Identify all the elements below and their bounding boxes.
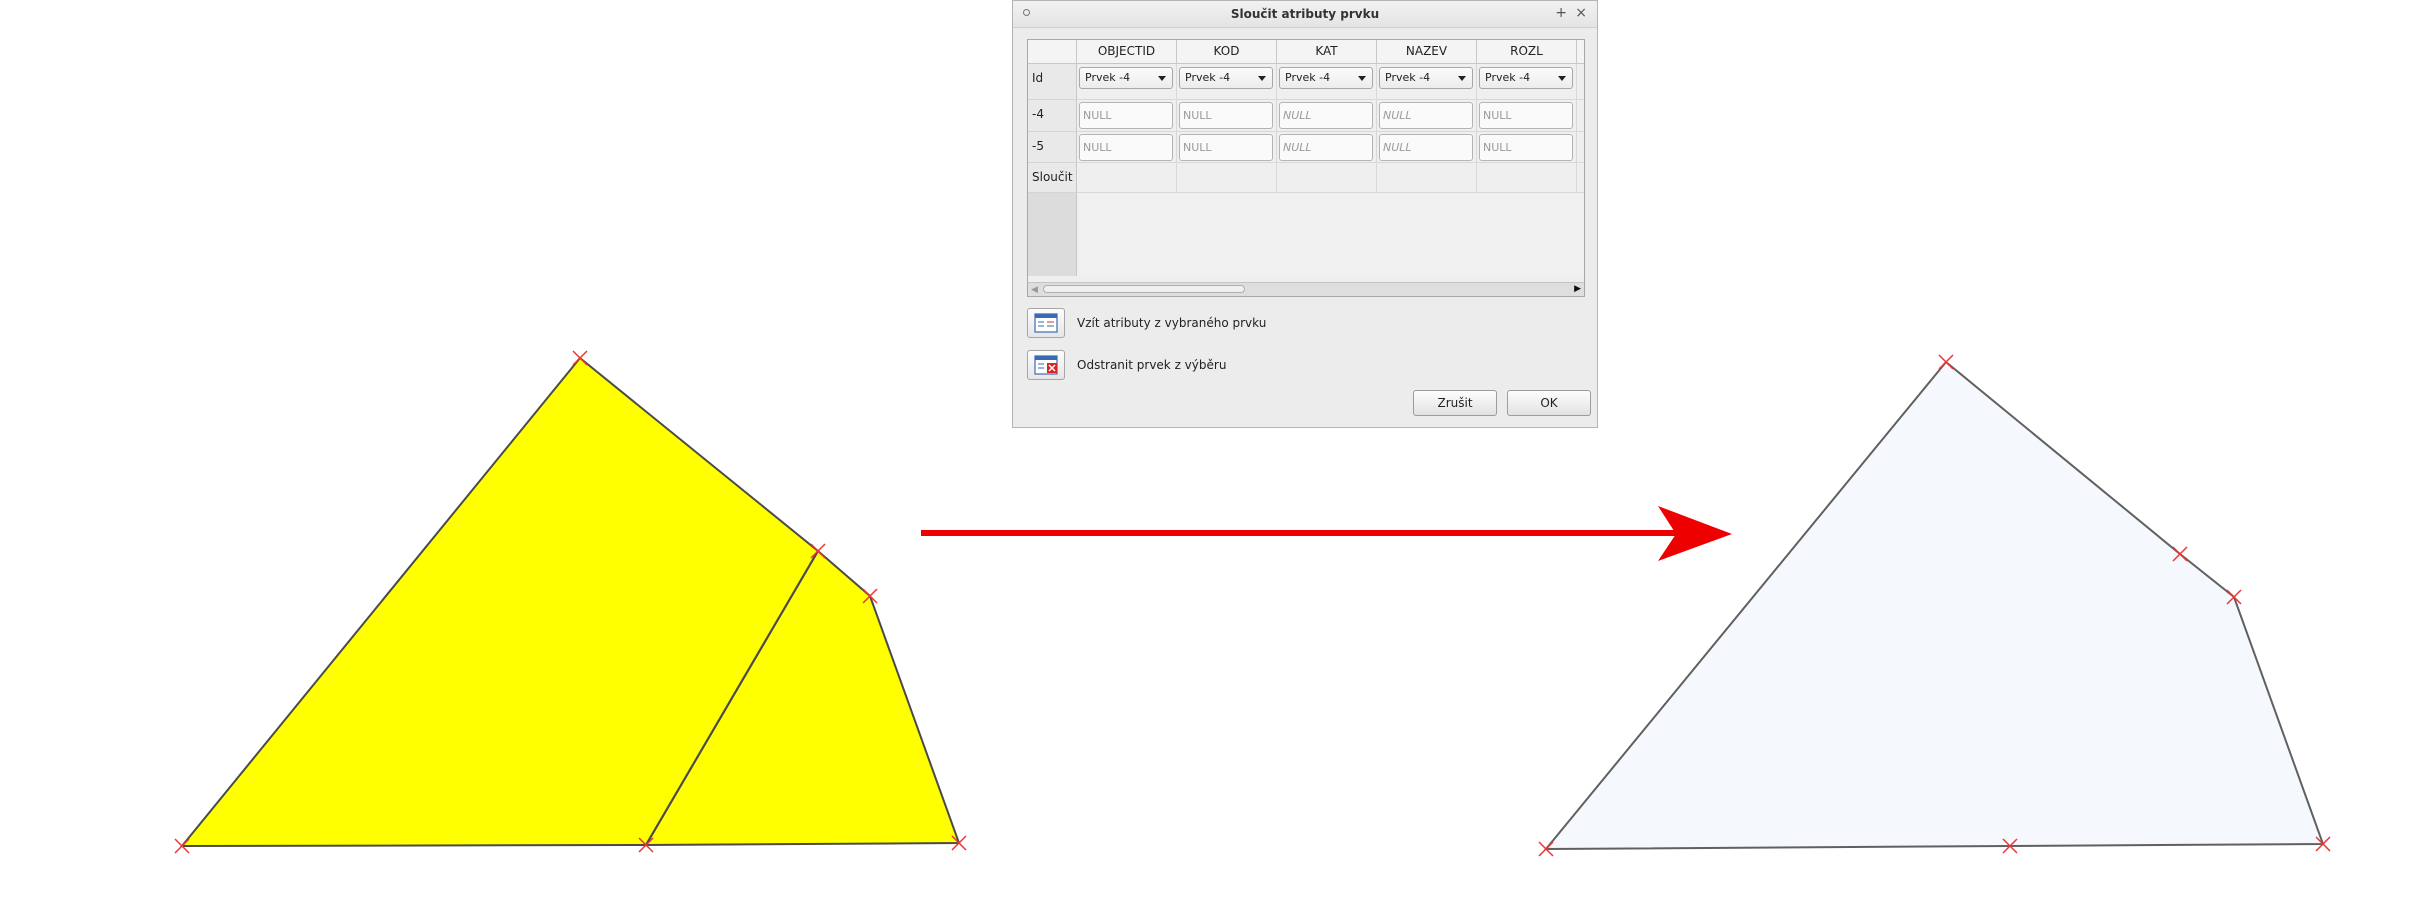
attribute-table-icon [1034, 313, 1058, 333]
column-header-partial [1577, 40, 1584, 64]
table-cell: NULL [1277, 132, 1377, 163]
table-cell: NULL [1377, 100, 1477, 132]
scroll-right-icon[interactable]: ▶ [1574, 284, 1581, 294]
remove-feature-label: Odstranit prvek z výběru [1077, 358, 1227, 372]
table-cell: NULL [1277, 100, 1377, 132]
table-cell[interactable] [1377, 163, 1477, 193]
chevron-down-icon [1558, 76, 1566, 81]
feature-select-value: Prvek -4 [1085, 71, 1131, 84]
table-cell: Prvek -4 [1377, 64, 1477, 100]
feature-select-value: Prvek -4 [1285, 71, 1331, 84]
after-merged-polygon [1543, 360, 2325, 851]
table-cell: Prvek -4 [1277, 64, 1377, 100]
dialog-titlebar: Sloučit atributy prvku + × [1013, 1, 1597, 28]
table-cell-partial [1577, 132, 1584, 163]
table-cell: NULL [1177, 100, 1277, 132]
close-icon[interactable]: × [1575, 5, 1587, 21]
feature-select[interactable]: Prvek -4 [1379, 67, 1473, 89]
take-attributes-label: Vzít atributy z vybraného prvku [1077, 316, 1267, 330]
attribute-table[interactable]: OBJECTID KOD KAT NAZEV ROZL Id Prvek -4 Prvek … [1027, 39, 1585, 297]
scrollbar-thumb[interactable] [1043, 285, 1245, 293]
attribute-value-field[interactable]: NULL [1179, 134, 1273, 161]
table-cell-partial [1577, 163, 1584, 193]
table-cell-partial [1577, 64, 1584, 100]
feature-select[interactable]: Prvek -4 [1479, 67, 1573, 89]
attribute-value-field[interactable]: NULL [1079, 102, 1173, 129]
row-header[interactable]: Id [1028, 64, 1077, 100]
attribute-value-field[interactable]: NULL [1179, 102, 1273, 129]
table-empty-area [1077, 193, 1584, 276]
table-cell[interactable] [1177, 163, 1277, 193]
column-header-kod[interactable]: KOD [1177, 40, 1277, 64]
feature-select[interactable]: Prvek -4 [1179, 67, 1273, 89]
table-cell: NULL [1377, 132, 1477, 163]
table-cell: Prvek -4 [1477, 64, 1577, 100]
table-cell: Prvek -4 [1177, 64, 1277, 100]
chevron-down-icon [1258, 76, 1266, 81]
column-header-nazev[interactable]: NAZEV [1377, 40, 1477, 64]
table-cell[interactable] [1277, 163, 1377, 193]
table-cell: NULL [1077, 100, 1177, 132]
remove-feature-icon [1034, 355, 1058, 375]
take-attributes-button[interactable] [1027, 308, 1065, 338]
table-cell-partial [1577, 100, 1584, 132]
feature-select-value: Prvek -4 [1185, 71, 1231, 84]
table-cell[interactable] [1077, 163, 1177, 193]
table-cell: NULL [1477, 132, 1577, 163]
table-cell[interactable] [1477, 163, 1577, 193]
horizontal-scrollbar[interactable]: ◀ ▶ [1028, 282, 1584, 296]
ok-button[interactable]: OK [1507, 390, 1591, 416]
chevron-down-icon [1358, 76, 1366, 81]
table-cell: NULL [1177, 132, 1277, 163]
attribute-value-field[interactable]: NULL [1279, 134, 1373, 161]
attribute-value-field[interactable]: NULL [1379, 102, 1473, 129]
column-header-rozl[interactable]: ROZL [1477, 40, 1577, 64]
feature-select-value: Prvek -4 [1385, 71, 1431, 84]
attribute-value-field[interactable]: NULL [1379, 134, 1473, 161]
arrow-right-icon [921, 506, 1732, 561]
dialog-title: Sloučit atributy prvku [1230, 7, 1380, 21]
chevron-down-icon [1158, 76, 1166, 81]
feature-select[interactable]: Prvek -4 [1279, 67, 1373, 89]
row-header[interactable]: -4 [1028, 100, 1077, 132]
pin-icon[interactable]: + [1555, 5, 1567, 21]
chevron-down-icon [1458, 76, 1466, 81]
attribute-value-field[interactable]: NULL [1079, 134, 1173, 161]
table-cell: NULL [1477, 100, 1577, 132]
attribute-value-field[interactable]: NULL [1479, 134, 1573, 161]
row-header[interactable]: -5 [1028, 132, 1077, 163]
row-header[interactable]: Sloučit [1028, 163, 1077, 193]
table-cell: Prvek -4 [1077, 64, 1177, 100]
feature-select-value: Prvek -4 [1485, 71, 1531, 84]
table-cell: NULL [1077, 132, 1177, 163]
attribute-value-field[interactable]: NULL [1479, 102, 1573, 129]
merge-attributes-dialog: Sloučit atributy prvku + × OBJECTID KOD KA… [1012, 0, 1598, 428]
attribute-value-field[interactable]: NULL [1279, 102, 1373, 129]
column-header-objectid[interactable]: OBJECTID [1077, 40, 1177, 64]
column-header-kat[interactable]: KAT [1277, 40, 1377, 64]
scroll-left-icon[interactable]: ◀ [1031, 285, 1038, 295]
remove-feature-button[interactable] [1027, 350, 1065, 380]
feature-select[interactable]: Prvek -4 [1079, 67, 1173, 89]
row-header-fill [1028, 193, 1077, 276]
table-corner [1028, 40, 1077, 64]
cancel-button[interactable]: Zrušit [1413, 390, 1497, 416]
